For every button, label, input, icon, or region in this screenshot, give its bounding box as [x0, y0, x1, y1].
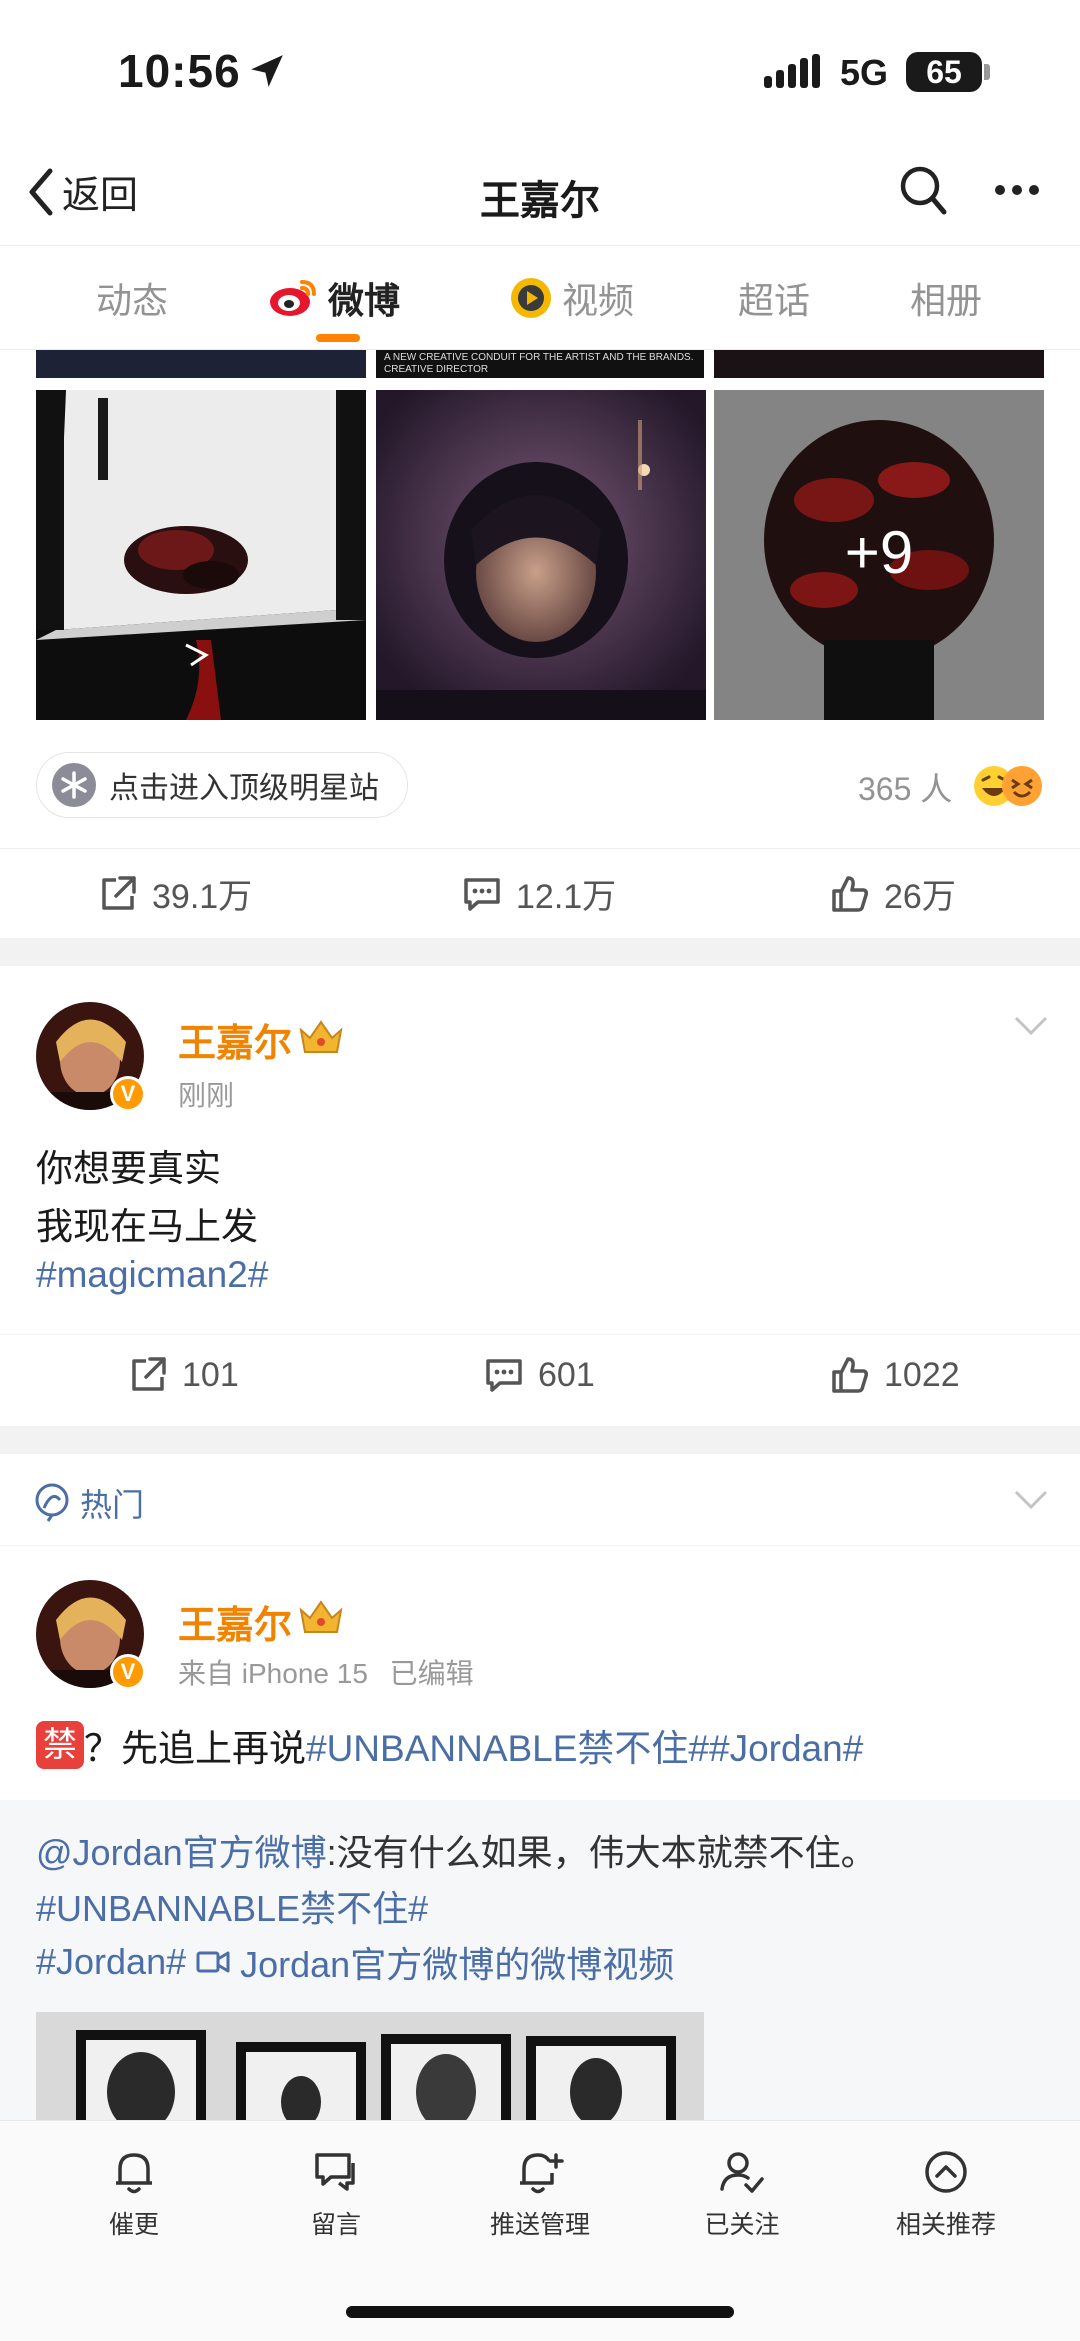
- more-icon[interactable]: [994, 184, 1040, 196]
- like-button[interactable]: 1022: [830, 1355, 960, 1395]
- post3-username[interactable]: 王嘉尔: [178, 1594, 292, 1649]
- profile-tabs: 动态 微博 视频 超话 相册: [0, 246, 1080, 350]
- post1-action-bar: 39.1万 12.1万 26万: [0, 848, 1080, 938]
- bell-plus-icon: [520, 2153, 564, 2194]
- weibo-logo-icon: [270, 280, 316, 316]
- comment-icon: [486, 1359, 522, 1392]
- star-site-icon: [52, 763, 96, 807]
- tab-dynamics[interactable]: 动态: [96, 272, 168, 324]
- comment-button[interactable]: 12.1万: [462, 869, 616, 918]
- section-divider: [0, 938, 1080, 966]
- home-indicator: [346, 2306, 734, 2318]
- star-site-count: 365 人: [858, 771, 953, 807]
- post-image-more[interactable]: +9: [714, 390, 1044, 720]
- status-bar: 10:56 5G 65: [0, 0, 1080, 140]
- crown-icon: [299, 1600, 343, 1633]
- tab-album[interactable]: 相册: [910, 272, 982, 324]
- post3-meta: 来自 iPhone 15 已编辑: [178, 1658, 474, 1689]
- repost-button[interactable]: 101: [128, 1355, 239, 1395]
- quoted-hashtag-2[interactable]: #Jordan#: [36, 1941, 186, 1983]
- emoji-reactions-icon: [974, 766, 1042, 806]
- post2-time: 刚刚: [178, 1080, 235, 1111]
- crown-icon: [299, 1020, 343, 1053]
- quoted-text-line: @Jordan官方微博:没有什么如果，伟大本就禁不住。: [36, 1832, 877, 1873]
- following-button[interactable]: 已关注: [662, 2149, 822, 2241]
- urge-update-button[interactable]: 催更: [54, 2149, 214, 2241]
- verified-badge: V: [110, 1076, 146, 1112]
- post-image-portrait[interactable]: [376, 390, 706, 720]
- message-icon: [315, 2153, 355, 2191]
- hot-icon: [35, 1483, 69, 1522]
- push-settings-button[interactable]: 推送管理: [460, 2149, 620, 2241]
- chevron-down-icon[interactable]: [1014, 1490, 1048, 1510]
- hot-section-label: 热门: [80, 1487, 145, 1523]
- portrait-photo: [376, 390, 706, 720]
- video-play-icon: [511, 278, 551, 318]
- repost-button[interactable]: 39.1万: [98, 869, 252, 918]
- section-divider: [0, 1426, 1080, 1454]
- status-time: 10:56: [118, 45, 241, 97]
- strip-caption: A NEW CREATIVE CONDUIT FOR THE ARTIST AN…: [384, 352, 694, 375]
- post3-hashtags[interactable]: #UNBANNABLE禁不住##Jordan#: [306, 1718, 863, 1772]
- comment-button[interactable]: 601: [484, 1355, 595, 1395]
- battery-tip: [984, 64, 990, 80]
- image-strip-2[interactable]: A NEW CREATIVE CONDUIT FOR THE ARTIST AN…: [376, 350, 704, 378]
- quoted-video-link[interactable]: Jordan官方微博的微博视频: [240, 1936, 674, 1988]
- quoted-hashtag-1[interactable]: #UNBANNABLE禁不住#: [36, 1880, 428, 1932]
- leave-message-button[interactable]: 留言: [256, 2149, 416, 2241]
- nav-bar: 返回 王嘉尔: [0, 140, 1080, 246]
- runway-photo: [36, 390, 366, 720]
- battery-indicator: 65: [906, 52, 982, 92]
- tab-weibo[interactable]: 微博: [268, 272, 400, 324]
- quoted-line-3: #Jordan# Jordan官方微博的微博视频: [36, 1936, 674, 1988]
- thumbs-up-icon: [832, 875, 868, 912]
- quoted-author[interactable]: @Jordan官方微博: [36, 1832, 327, 1873]
- verified-badge: V: [110, 1654, 146, 1690]
- network-type: 5G: [840, 52, 889, 93]
- post2-action-bar: 101 601 1022: [0, 1334, 1080, 1424]
- ban-emoji: 禁: [36, 1721, 84, 1769]
- related-recommend-button[interactable]: 相关推荐: [866, 2149, 1026, 2241]
- star-site-button[interactable]: 点击进入顶级明星站: [36, 752, 408, 818]
- tab-video[interactable]: 视频: [508, 272, 634, 324]
- post2-line1: 你想要真实: [36, 1148, 221, 1189]
- video-thumbnail-photo: [36, 2012, 704, 2132]
- hot-section-header: 热门: [0, 1456, 1080, 1546]
- post2-hashtag[interactable]: #magicman2#: [36, 1254, 268, 1296]
- bell-icon: [116, 2153, 152, 2194]
- star-site-label: 点击进入顶级明星站: [109, 772, 379, 805]
- signal-icon: [764, 54, 820, 88]
- location-arrow-icon: [251, 55, 283, 87]
- repost-icon: [102, 875, 136, 910]
- comment-icon: [464, 877, 500, 911]
- post2-line2: 我现在马上发: [36, 1206, 258, 1247]
- video-camera-icon: [196, 1951, 230, 1973]
- tab-supertopic[interactable]: 超话: [738, 272, 810, 324]
- search-icon[interactable]: [898, 164, 948, 218]
- post3-text: 禁 ？先追上再说 #UNBANNABLE禁不住##Jordan#: [36, 1718, 863, 1772]
- like-button[interactable]: 26万: [830, 869, 956, 918]
- image-strip-3[interactable]: [714, 350, 1044, 378]
- chevron-up-circle-icon: [925, 2151, 967, 2193]
- more-images-count: +9: [844, 519, 914, 586]
- post2-username[interactable]: 王嘉尔: [178, 1012, 292, 1067]
- thumbs-up-icon: [832, 1357, 868, 1393]
- image-strip-1[interactable]: [36, 350, 366, 378]
- active-tab-indicator: [316, 334, 360, 342]
- user-check-icon: [720, 2152, 764, 2193]
- quoted-video-thumbnail[interactable]: [36, 2012, 704, 2132]
- chevron-down-icon[interactable]: [1014, 1016, 1048, 1036]
- repost-icon: [132, 1357, 166, 1391]
- post-image-runway[interactable]: [36, 390, 366, 720]
